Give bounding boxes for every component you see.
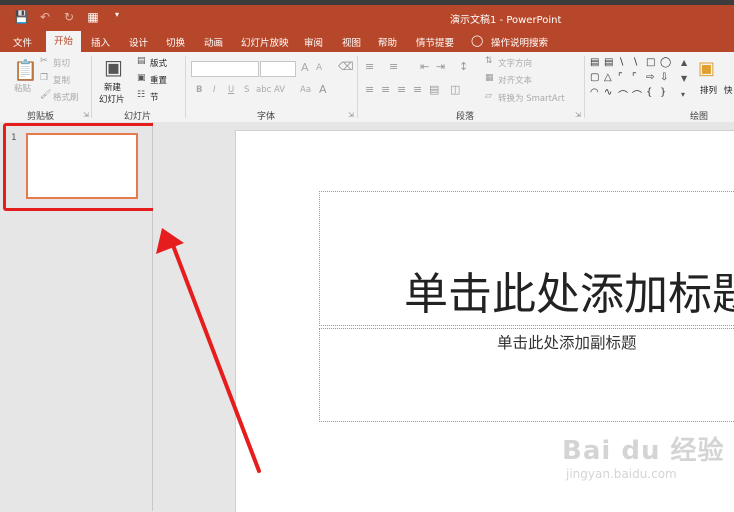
watermark-url: jingyan.baidu.com [566,467,677,481]
arrow-shaft [169,238,261,473]
arrow-head [156,228,184,254]
baidu-watermark: Bai du 经验 jingyan.baidu.com [562,430,725,481]
watermark-brand: Bai du 经验 [562,436,725,466]
